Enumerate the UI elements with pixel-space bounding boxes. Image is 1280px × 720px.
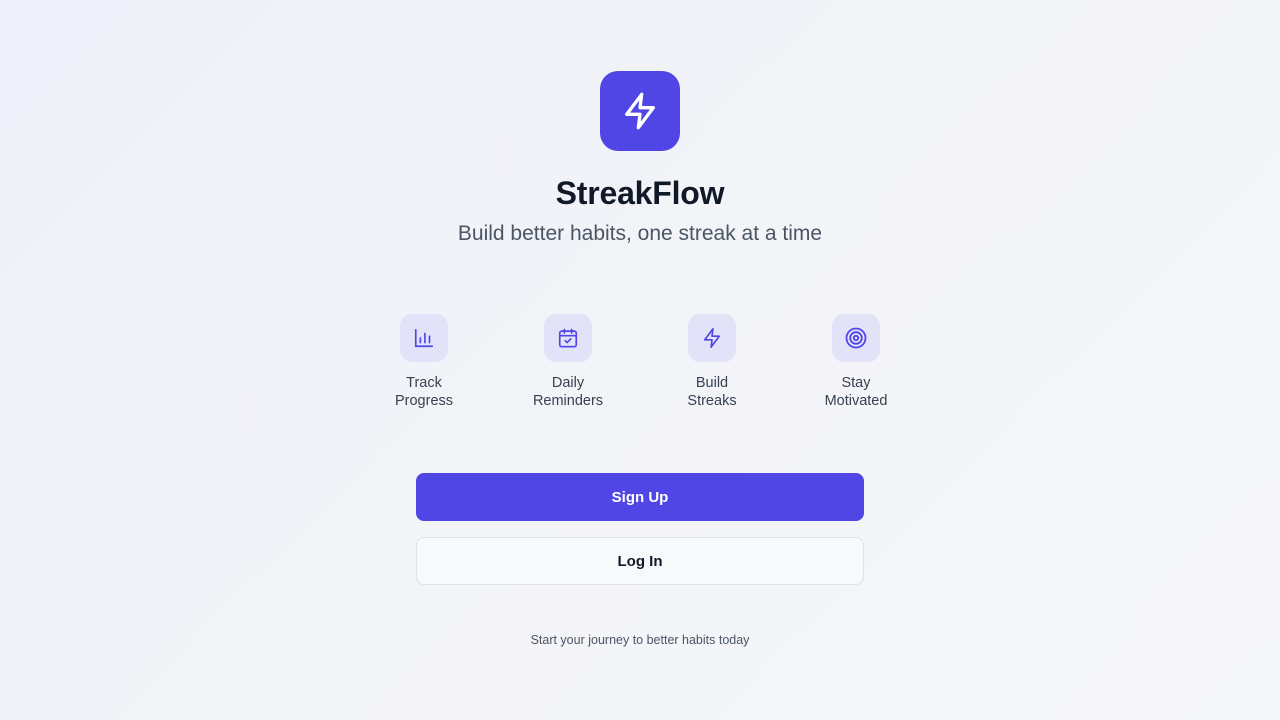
lightning-bolt-icon [703, 328, 721, 348]
feature-icon-tile [544, 314, 592, 362]
footer-note: Start your journey to better habits toda… [530, 633, 750, 647]
feature-track-progress: Track Progress [352, 314, 496, 410]
feature-label: Daily Reminders [532, 375, 604, 409]
feature-daily-reminders: Daily Reminders [496, 314, 640, 410]
lightning-bolt-icon [625, 92, 655, 130]
calendar-check-icon [558, 328, 578, 348]
feature-label: Track Progress [394, 375, 454, 409]
log-in-button[interactable]: Log In [416, 537, 864, 585]
app-title: StreakFlow [555, 175, 725, 211]
feature-icon-tile [688, 314, 736, 362]
feature-label: Build Streaks [687, 375, 737, 409]
feature-build-streaks: Build Streaks [640, 314, 784, 410]
feature-icon-tile [400, 314, 448, 362]
app-tagline: Build better habits, one streak at a tim… [457, 222, 823, 245]
bar-chart-icon [414, 328, 434, 348]
app-logo [600, 71, 680, 151]
target-icon [845, 327, 867, 349]
sign-up-button[interactable]: Sign Up [416, 473, 864, 521]
feature-list: Track Progress Daily Reminders Build Str… [352, 314, 928, 410]
feature-stay-motivated: Stay Motivated [784, 314, 928, 410]
feature-label: Stay Motivated [824, 375, 888, 409]
feature-icon-tile [832, 314, 880, 362]
